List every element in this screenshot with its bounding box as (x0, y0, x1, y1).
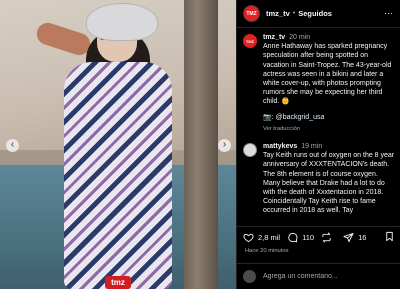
post-sidebar: TMZ tmz_tv • Seguidos ⋯ TMZ tmz_tv 20 mi… (236, 0, 400, 289)
avatar (243, 270, 256, 283)
comment-input[interactable] (263, 273, 393, 280)
following-button[interactable]: Seguidos (298, 9, 332, 18)
save-button[interactable] (384, 231, 395, 244)
comments-count: 110 (302, 233, 315, 242)
comment-text: Tay Keith runs out of oxygen on the 8 ye… (263, 152, 395, 215)
sun-hat (86, 3, 158, 41)
prev-arrow-icon[interactable]: ‹ (6, 139, 19, 152)
comment-time: 19 min (301, 143, 323, 151)
post-header: TMZ tmz_tv • Seguidos ⋯ (237, 0, 400, 28)
comment-button[interactable]: 110 (287, 232, 314, 243)
list-item: mattykevs 19 min Tay Keith runs out of o… (243, 142, 395, 216)
caption-avatar[interactable]: TMZ (243, 34, 257, 48)
wooden-pole (184, 0, 218, 289)
more-icon[interactable]: ⋯ (384, 8, 394, 19)
avatar[interactable]: TMZ (243, 5, 260, 22)
share-icon (343, 232, 354, 243)
username[interactable]: tmz_tv (266, 9, 290, 18)
caption-body: tmz_tv 20 min Anne Hathaway has sparked … (263, 33, 395, 134)
like-button[interactable]: 2,8 mil (243, 232, 280, 243)
repost-button[interactable] (321, 232, 336, 243)
post-timestamp: Hace 20 minutos (245, 248, 289, 254)
comment-username[interactable]: mattykevs (263, 143, 297, 150)
bookmark-icon (386, 231, 393, 242)
caption-text: Anne Hathaway has sparked pregnancy spec… (263, 43, 392, 106)
caption-time: 20 min (289, 34, 311, 41)
see-translation-link[interactable]: Ver traducción (263, 125, 395, 134)
action-bar: 2,8 mil 110 16 (237, 226, 400, 248)
comment-icon (288, 232, 298, 243)
comments-list[interactable]: TMZ tmz_tv 20 min Anne Hathaway has spar… (237, 28, 400, 226)
add-comment-bar (237, 263, 400, 289)
caption-username[interactable]: tmz_tv (263, 34, 285, 41)
heart-icon (243, 233, 254, 243)
repost-icon (322, 232, 331, 243)
caption: TMZ tmz_tv 20 min Anne Hathaway has spar… (243, 33, 395, 134)
separator-dot: • (292, 10, 296, 17)
next-arrow-icon[interactable]: › (218, 139, 231, 152)
patterned-swimsuit (64, 62, 172, 289)
woman-figure (60, 0, 180, 289)
post-photo[interactable]: tmz ‹ › (0, 0, 236, 289)
likes-count: 2,8 mil (258, 233, 281, 242)
comment-avatar[interactable] (243, 143, 257, 158)
tmz-watermark: tmz (105, 276, 131, 289)
shares-count: 16 (358, 233, 367, 242)
share-button[interactable]: 16 (343, 232, 366, 243)
photo-credit-link[interactable]: 📷: @backgrid_usa (263, 113, 395, 122)
comment-body: mattykevs 19 min Tay Keith runs out of o… (263, 142, 395, 216)
